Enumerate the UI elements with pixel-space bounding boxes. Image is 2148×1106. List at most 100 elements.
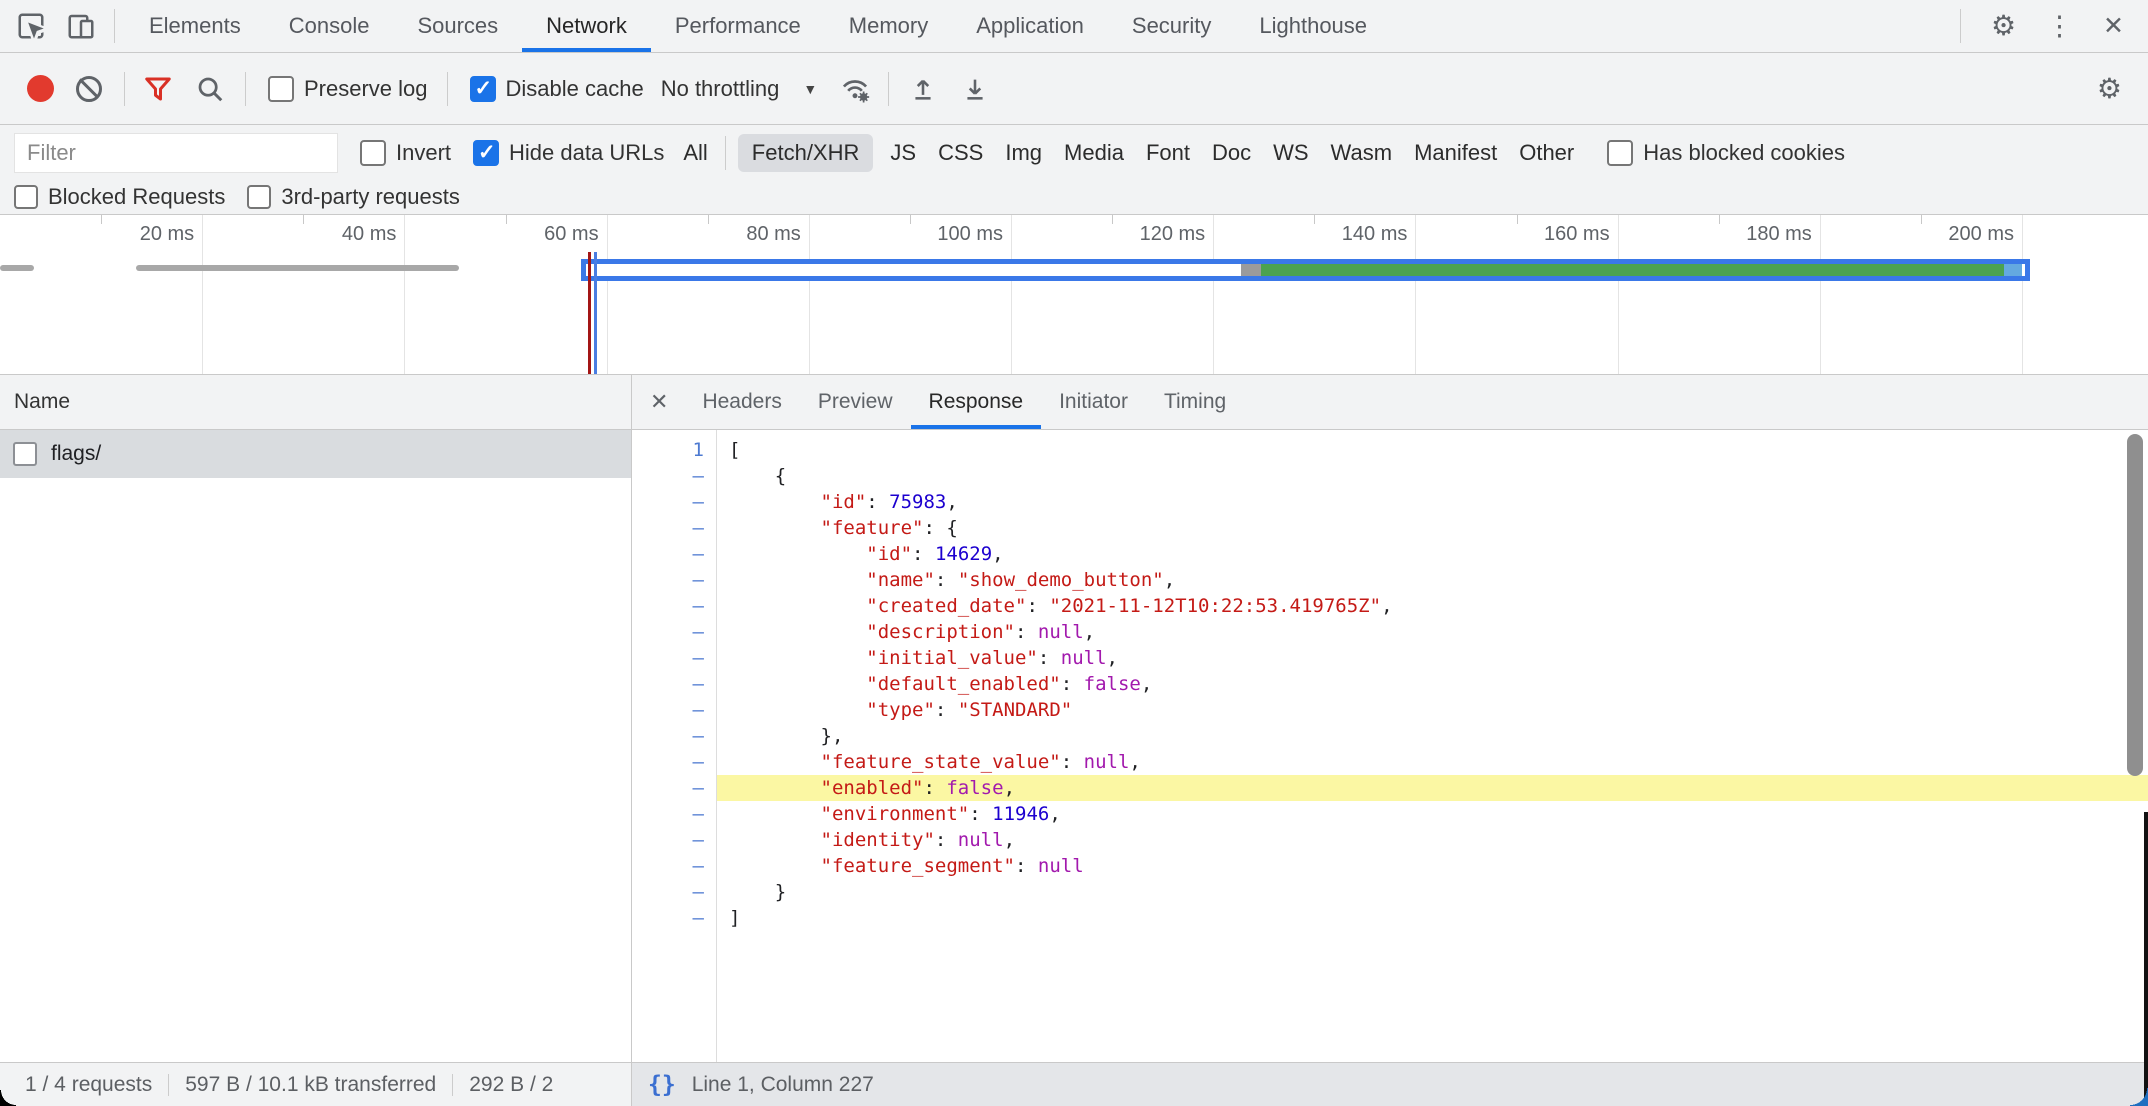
fold-marker[interactable]: – (632, 697, 716, 723)
request-overview-bar[interactable] (0, 265, 34, 271)
detail-tab-preview[interactable]: Preview (800, 375, 911, 429)
devtools-window: ElementsConsoleSourcesNetworkPerformance… (0, 0, 2148, 1106)
has-blocked-cookies-label[interactable]: Has blocked cookies (1643, 140, 1845, 166)
detail-tab-initiator[interactable]: Initiator (1041, 375, 1146, 429)
vertical-scrollbar[interactable] (2127, 434, 2143, 776)
request-row[interactable]: flags/ (0, 430, 631, 478)
disable-cache-checkbox[interactable] (470, 76, 496, 102)
code-line: – "feature_segment": null (632, 853, 2148, 879)
export-har-icon[interactable] (961, 75, 989, 103)
filter-type-js[interactable]: JS (890, 140, 916, 166)
response-viewer[interactable]: 1[– {– "id": 75983,– "feature": {– "id":… (632, 430, 2148, 1062)
hide-data-urls-checkbox[interactable] (473, 140, 499, 166)
disable-cache-label[interactable]: Disable cache (506, 76, 644, 102)
fold-marker[interactable]: – (632, 801, 716, 827)
device-toolbar-icon[interactable] (66, 11, 96, 41)
fold-marker[interactable]: – (632, 853, 716, 879)
request-overview-bar[interactable] (136, 265, 459, 271)
filter-input[interactable] (14, 133, 338, 173)
fold-marker[interactable]: – (632, 463, 716, 489)
invert-checkbox[interactable] (360, 140, 386, 166)
chevron-down-icon[interactable]: ▼ (803, 81, 817, 97)
code-line: – "initial_value": null, (632, 645, 2148, 671)
waterfall-segment (1261, 264, 2004, 276)
fold-marker[interactable]: – (632, 775, 716, 801)
network-overview[interactable]: 20 ms40 ms60 ms80 ms100 ms120 ms140 ms16… (0, 215, 2148, 375)
detail-tab-headers[interactable]: Headers (684, 375, 799, 429)
filter-type-img[interactable]: Img (1005, 140, 1042, 166)
tab-performance[interactable]: Performance (651, 0, 825, 52)
filter-funnel-icon[interactable] (143, 75, 173, 103)
fold-marker[interactable]: – (632, 749, 716, 775)
invert-label[interactable]: Invert (396, 140, 451, 166)
filter-type-doc[interactable]: Doc (1212, 140, 1251, 166)
tab-security[interactable]: Security (1108, 0, 1235, 52)
blue-marker-line (594, 252, 597, 374)
grid-line (1820, 215, 1821, 374)
filter-type-other[interactable]: Other (1519, 140, 1574, 166)
has-blocked-cookies-checkbox[interactable] (1607, 140, 1633, 166)
filter-type-all[interactable]: All (683, 140, 707, 166)
clear-icon[interactable] (76, 76, 102, 102)
code-line: – "created_date": "2021-11-12T10:22:53.4… (632, 593, 2148, 619)
inspect-element-icon[interactable] (16, 11, 46, 41)
import-har-icon[interactable] (909, 75, 937, 103)
detail-tab-response[interactable]: Response (911, 375, 1042, 429)
preserve-log-label[interactable]: Preserve log (304, 76, 428, 102)
record-button[interactable] (27, 75, 54, 102)
fold-marker[interactable]: – (632, 723, 716, 749)
filter-type-fetch-xhr[interactable]: Fetch/XHR (738, 134, 874, 172)
filter-type-wasm[interactable]: Wasm (1331, 140, 1393, 166)
third-party-checkbox[interactable] (247, 185, 271, 209)
divider (447, 72, 448, 106)
tab-memory[interactable]: Memory (825, 0, 952, 52)
fold-marker[interactable]: – (632, 905, 716, 931)
filter-type-css[interactable]: CSS (938, 140, 983, 166)
tab-sources[interactable]: Sources (393, 0, 522, 52)
time-tick-label: 100 ms (907, 223, 1003, 246)
code-text: "name": "show_demo_button", (717, 567, 2148, 593)
close-icon[interactable]: ✕ (2103, 14, 2124, 39)
filter-type-manifest[interactable]: Manifest (1414, 140, 1497, 166)
close-detail-icon[interactable]: ✕ (632, 375, 684, 429)
waterfall-segment (1241, 264, 1260, 276)
fold-marker[interactable]: – (632, 593, 716, 619)
fold-marker[interactable]: – (632, 827, 716, 853)
network-settings-gear-icon[interactable]: ⚙ (2097, 75, 2122, 103)
tab-console[interactable]: Console (265, 0, 394, 52)
screen-edge-artifact (2144, 812, 2148, 1106)
three-dot-menu-icon[interactable]: ⋮ (2046, 13, 2073, 40)
fold-marker[interactable]: – (632, 879, 716, 905)
blocked-requests-label[interactable]: Blocked Requests (48, 184, 225, 210)
hide-data-urls-label[interactable]: Hide data URLs (509, 140, 664, 166)
fold-marker[interactable]: – (632, 541, 716, 567)
selected-request-overview-bar[interactable] (581, 259, 2030, 281)
grid-line (607, 215, 608, 374)
tab-network[interactable]: Network (522, 0, 651, 52)
tab-elements[interactable]: Elements (125, 0, 265, 52)
code-line: – "feature": { (632, 515, 2148, 541)
detail-tab-timing[interactable]: Timing (1146, 375, 1244, 429)
fold-marker[interactable]: – (632, 567, 716, 593)
preserve-log-checkbox[interactable] (268, 76, 294, 102)
filter-type-ws[interactable]: WS (1273, 140, 1308, 166)
filter-type-media[interactable]: Media (1064, 140, 1124, 166)
minor-tick (1517, 215, 1518, 224)
fold-marker[interactable]: – (632, 489, 716, 515)
tab-application[interactable]: Application (952, 0, 1108, 52)
blocked-requests-checkbox[interactable] (14, 185, 38, 209)
name-column-header[interactable]: Name (0, 375, 631, 430)
search-icon[interactable] (195, 74, 225, 104)
throttling-select[interactable]: No throttling (661, 76, 780, 102)
tab-lighthouse[interactable]: Lighthouse (1235, 0, 1391, 52)
settings-gear-icon[interactable]: ⚙ (1991, 12, 2016, 40)
fold-marker[interactable]: – (632, 645, 716, 671)
fold-marker[interactable]: – (632, 671, 716, 697)
line-number[interactable]: 1 (632, 437, 716, 463)
filter-type-font[interactable]: Font (1146, 140, 1190, 166)
third-party-label[interactable]: 3rd-party requests (281, 184, 460, 210)
request-checkbox[interactable] (13, 442, 37, 466)
network-conditions-icon[interactable] (839, 74, 871, 104)
fold-marker[interactable]: – (632, 515, 716, 541)
fold-marker[interactable]: – (632, 619, 716, 645)
